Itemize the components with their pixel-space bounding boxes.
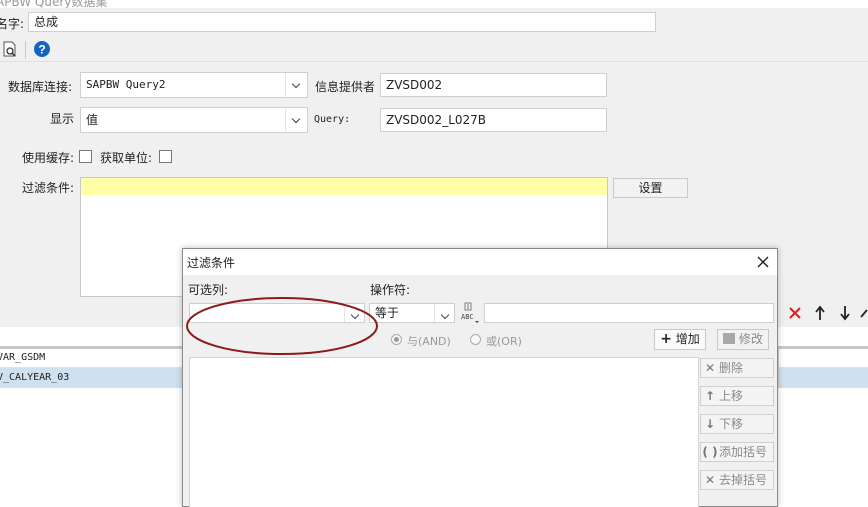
toolbar-divider: [25, 41, 26, 59]
operator-select[interactable]: 等于: [369, 303, 455, 323]
display-select[interactable]: 值: [80, 107, 308, 133]
dialog-title-bar: 过滤条件: [183, 249, 777, 275]
and-label: 与(AND): [407, 335, 451, 348]
setup-button[interactable]: 设置: [613, 178, 688, 198]
conditions-list[interactable]: [189, 357, 699, 507]
or-radio[interactable]: [470, 334, 481, 345]
remove-parentheses-icon: ✕: [704, 473, 716, 487]
filter-dialog: 过滤条件 可选列: 操作符: 等于 ABC 与(AND) 或(OR) + 增加 …: [182, 248, 778, 507]
arrow-top-icon[interactable]: [860, 305, 868, 321]
modify-button[interactable]: 修改: [717, 329, 769, 350]
or-label: 或(OR): [486, 335, 522, 348]
parentheses-icon: ( ): [702, 445, 718, 459]
remove-parentheses-button[interactable]: ✕ 去掉括号: [700, 470, 774, 490]
chevron-down-icon[interactable]: [285, 73, 307, 97]
arrow-up-icon[interactable]: [813, 305, 827, 321]
toolbar: ?: [0, 38, 868, 62]
use-cache-label: 使用缓存:: [22, 151, 75, 165]
query-label: Query:: [314, 114, 351, 125]
name-row: 名字: 总成: [0, 8, 868, 38]
display-label: 显示: [50, 112, 75, 126]
provider-input[interactable]: ZVSD002: [380, 73, 607, 97]
db-connection-value: SAPBW Query2: [86, 78, 166, 91]
arrow-down-icon: ↓: [704, 417, 716, 431]
name-label: 名字:: [0, 17, 25, 31]
query-input[interactable]: ZVSD002_L027B: [380, 108, 607, 132]
get-unit-checkbox[interactable]: [159, 150, 172, 163]
filter-highlight-row: [81, 178, 607, 195]
move-up-button[interactable]: ↑ 上移: [700, 386, 774, 406]
get-unit-label: 获取单位:: [100, 151, 153, 165]
add-button[interactable]: + 增加: [654, 329, 706, 350]
arrow-up-icon: ↑: [704, 389, 716, 403]
svg-text:ABC: ABC: [461, 313, 474, 321]
provider-label: 信息提供者: [315, 80, 376, 94]
arrow-down-icon[interactable]: [838, 305, 852, 321]
move-down-button[interactable]: ↓ 下移: [700, 414, 774, 434]
add-parentheses-button[interactable]: ( )添加括号: [700, 442, 774, 462]
name-input[interactable]: 总成: [28, 12, 656, 32]
chevron-down-icon[interactable]: [285, 108, 307, 132]
modify-icon: [723, 333, 736, 344]
display-value: 值: [86, 113, 99, 127]
preview-icon[interactable]: [2, 41, 18, 58]
delete-button[interactable]: ✕ 删除: [700, 358, 774, 378]
list-column-divider: [778, 349, 868, 388]
annotation-ellipse: [186, 297, 378, 355]
help-icon[interactable]: ?: [33, 40, 51, 58]
delete-icon: ✕: [704, 361, 716, 375]
dialog-title: 过滤条件: [187, 256, 236, 270]
abc-type-icon[interactable]: ABC: [460, 302, 482, 324]
db-connection-label: 数据库连接:: [8, 80, 73, 94]
close-icon[interactable]: [756, 255, 770, 269]
plus-icon: +: [660, 331, 672, 347]
window-title: APBW Query数据集: [0, 0, 108, 8]
chevron-down-icon[interactable]: [434, 304, 454, 322]
filter-value-input[interactable]: [484, 303, 774, 323]
filter-label: 过滤条件:: [22, 181, 75, 195]
window-title-bar: APBW Query数据集: [0, 0, 868, 8]
and-radio[interactable]: [391, 334, 402, 345]
svg-text:?: ?: [38, 43, 45, 57]
delete-icon[interactable]: [787, 305, 803, 321]
use-cache-checkbox[interactable]: [79, 150, 92, 163]
db-connection-select[interactable]: SAPBW Query2: [80, 72, 308, 98]
